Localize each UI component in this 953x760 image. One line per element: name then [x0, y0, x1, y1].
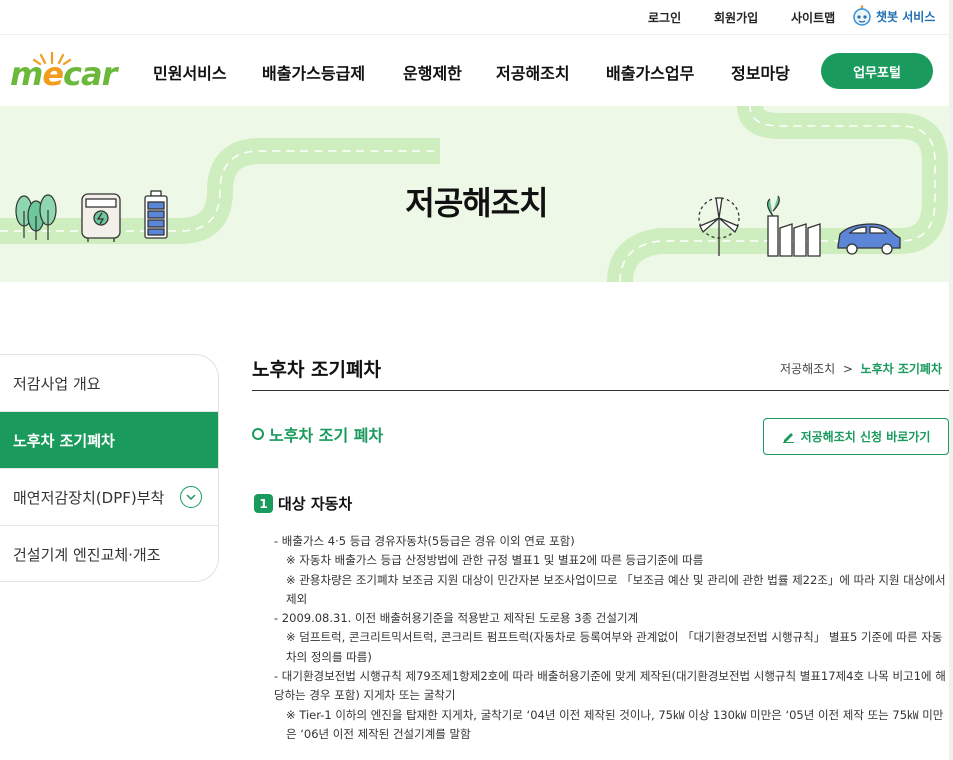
text-line: ※ Tier-1 이하의 엔진을 탑재한 지게차, 굴착기로 ‘04년 이전 제… — [286, 707, 944, 741]
work-portal-button[interactable]: 업무포털 — [821, 53, 933, 89]
sitemap-link[interactable]: 사이트맵 — [791, 9, 835, 26]
text-line: ※ 덤프트럭, 콘크리트믹서트럭, 콘크리트 펌프트럭(자동차로 등록여부와 관… — [286, 630, 943, 664]
text-line: - 2009.08.31. 이전 배출허용기준을 적용받고 제작된 도로용 3종… — [274, 611, 639, 626]
text-line: ※ 관용차량은 조기폐차 보조금 지원 대상이 민간자본 보조사업이므로 「보조… — [286, 572, 946, 606]
text-line: - 배출가스 4·5 등급 경유자동차(5등급은 경유 이외 연료 포함) — [274, 534, 575, 548]
vertical-scrollbar[interactable] — [949, 0, 953, 760]
text-line: - 대기환경보전법 시행규칙 제79조제1항제2호에 따라 배출허용기준에 맞게… — [274, 669, 946, 703]
text-line: ※ 자동차 배출가스 등급 산정방법에 관한 규정 별표1 및 별표2에 따른 … — [286, 553, 704, 568]
nav-item-driving-restriction[interactable]: 운행제한 — [403, 60, 462, 84]
login-link[interactable]: 로그인 — [648, 9, 681, 26]
main-header: mecar 민원서비스 배출가스등급제 운행제한 저공해조치 배출가스업무 정보… — [0, 34, 953, 106]
side-item-construction-engine[interactable]: 건설기계 엔진교체·개조 — [0, 526, 218, 581]
side-item-label: 건설기계 엔진교체·개조 — [13, 546, 161, 564]
breadcrumb-current: 노후차 조기폐차 — [860, 362, 943, 376]
apply-button-label: 저공해조치 신청 바로가기 — [800, 430, 931, 444]
apply-low-emission-button[interactable]: 저공해조치 신청 바로가기 — [763, 418, 949, 455]
subsection-heading: 1 대상 자동차 — [254, 493, 352, 514]
nav-item-info[interactable]: 정보마당 — [731, 60, 790, 84]
side-item-label: 매연저감장치(DPF)부착 — [13, 488, 165, 507]
page-banner: 저공해조치 — [0, 106, 953, 282]
side-item-label: 저감사업 개요 — [13, 374, 101, 393]
target-vehicles-text: - 배출가스 4·5 등급 경유자동차(5등급은 경유 이외 연료 포함) ※ … — [274, 532, 949, 744]
chatbot-label: 챗봇 서비스 — [876, 9, 936, 24]
banner-title: 저공해조치 — [405, 184, 548, 222]
chatbot-link[interactable]: 챗봇 서비스 — [852, 5, 935, 27]
nav-item-low-emission[interactable]: 저공해조치 — [496, 60, 570, 84]
mecar-logo[interactable]: mecar — [10, 49, 130, 93]
side-item-overview[interactable]: 저감사업 개요 — [0, 355, 218, 412]
robot-icon — [853, 5, 871, 26]
title-divider — [252, 390, 949, 391]
nav-item-emission-work[interactable]: 배출가스업무 — [606, 60, 694, 84]
signup-link[interactable]: 회원가입 — [714, 9, 758, 26]
side-item-early-scrappage[interactable]: 노후차 조기폐차 — [0, 412, 218, 469]
page-title: 노후차 조기폐차 — [252, 359, 381, 381]
section-heading: 노후차 조기 폐차 — [252, 422, 383, 446]
utility-bar: 로그인 회원가입 사이트맵 챗봇 서비스 — [0, 0, 953, 34]
pencil-icon — [782, 433, 794, 443]
nav-item-civil-service[interactable]: 민원서비스 — [153, 60, 227, 84]
logo-text: mecar — [10, 55, 117, 93]
breadcrumb-separator: > — [842, 362, 853, 376]
breadcrumb-parent[interactable]: 저공해조치 — [780, 362, 835, 376]
section-title: 노후차 조기 폐차 — [269, 426, 384, 445]
number-badge: 1 — [254, 494, 273, 513]
breadcrumb: 저공해조치 > 노후차 조기폐차 — [780, 360, 942, 377]
chevron-down-icon[interactable] — [180, 486, 202, 508]
side-item-label: 노후차 조기폐차 — [13, 431, 115, 450]
nav-item-emission-grade[interactable]: 배출가스등급제 — [262, 60, 365, 84]
subsection-title: 대상 자동차 — [278, 495, 353, 513]
side-item-dpf[interactable]: 매연저감장치(DPF)부착 — [0, 469, 218, 526]
side-menu: 저감사업 개요 노후차 조기폐차 매연저감장치(DPF)부착 건설기계 엔진교체… — [0, 354, 219, 582]
ring-bullet-icon — [252, 428, 264, 440]
